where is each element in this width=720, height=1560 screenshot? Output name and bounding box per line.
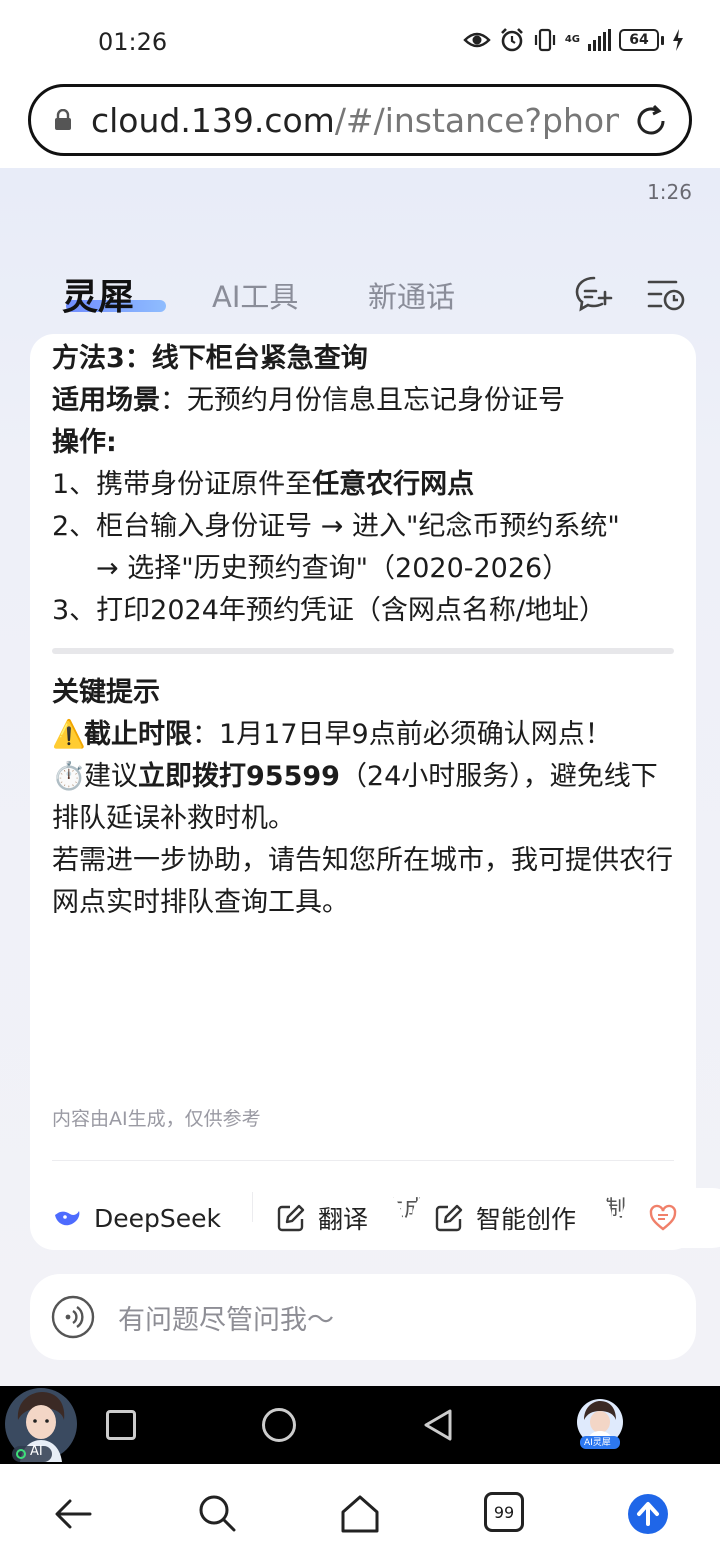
deepseek-icon [55, 1211, 80, 1226]
chip-smart-create-label: 智能创作 [476, 1205, 577, 1234]
chat-input[interactable]: 有问题尽管问我～ [30, 1274, 696, 1360]
ai-lingxi-avatar[interactable]: AI灵犀 [576, 1398, 624, 1450]
ai-disclaimer: 内容由AI生成，仅供参考 [52, 1108, 261, 1130]
chip-smart-create[interactable]: 智能创作 [412, 1188, 612, 1248]
url-host: cloud.139.com [91, 100, 335, 140]
voice-icon[interactable] [50, 1294, 96, 1340]
chat-input-placeholder: 有问题尽管问我～ [118, 1304, 334, 1336]
charging-icon [672, 26, 684, 54]
tip-1-bold: 截止时限 [84, 719, 192, 750]
home-circle-icon[interactable] [262, 1408, 296, 1442]
edit-icon [435, 1204, 463, 1232]
step-2-text-cont: → 选择"历史预约查询"（2020-2026） [96, 553, 570, 584]
method-title: 方法3：线下柜台紧急查询 [52, 343, 368, 374]
network-type: 4G [564, 34, 580, 45]
tab-ai-tools[interactable]: AI工具 [212, 274, 298, 316]
alarm-icon [499, 26, 525, 54]
tip-2-pre: 建议 [84, 761, 138, 792]
battery-level: 64 [619, 29, 659, 51]
url-bar[interactable]: cloud.139.com/#/instance?phone [28, 84, 692, 156]
ai-lingxi-badge: AI灵犀 [584, 1438, 611, 1448]
tips-title: 关键提示 [52, 677, 160, 708]
step-1-bold: 任意农行网点 [312, 469, 475, 500]
reload-icon[interactable] [633, 103, 669, 139]
battery-icon: 64 [619, 29, 664, 51]
chip-more[interactable] [622, 1188, 720, 1248]
chat-app: 1:26 灵犀 AI工具 新通话 方法3：线下柜台紧急查询 适用场景：无预约月份… [0, 168, 720, 1386]
chip-deepseek[interactable]: DeepSeek [30, 1188, 244, 1248]
closing-text: 若需进一步协助，请告知您所在城市，我可提供农行网点实时排队查询工具。 [52, 845, 673, 918]
response-content: 方法3：线下柜台紧急查询 适用场景：无预约月份信息且忘记身份证号 操作: 1、携… [52, 334, 682, 924]
tab-lingxi[interactable]: 灵犀 [62, 268, 134, 320]
chip-translate[interactable]: 翻译 [254, 1188, 402, 1248]
ai-assistant-avatar[interactable]: AI [4, 1386, 78, 1464]
timer-icon: ⏱️ [52, 761, 86, 792]
chip-deepseek-label: DeepSeek [94, 1203, 221, 1233]
tip-1-text: ：1月17日早9点前必须确认网点！ [192, 719, 612, 750]
card-divider [52, 1160, 674, 1161]
history-icon[interactable] [646, 274, 686, 314]
warning-icon: ⚠️ [52, 719, 86, 750]
step-3-text: 3、打印2024年预约凭证（含网点名称/地址） [52, 595, 606, 626]
tabs-count-icon[interactable]: 99 [484, 1492, 524, 1532]
ai-response-card: 方法3：线下柜台紧急查询 适用场景：无预约月份信息且忘记身份证号 操作: 1、携… [30, 334, 696, 1250]
search-icon[interactable] [196, 1492, 240, 1536]
top-tabs: 灵犀 AI工具 新通话 [0, 268, 720, 328]
heart-chat-icon [649, 1204, 677, 1231]
scene-label: 适用场景 [52, 385, 160, 416]
url-path: /#/instance?phone [334, 100, 619, 140]
edit-icon [277, 1204, 305, 1232]
ops-label: 操作: [52, 427, 117, 458]
status-bar: 01:26 4G 64 [0, 0, 720, 80]
app-time: 1:26 [647, 180, 692, 204]
url-text[interactable]: cloud.139.com/#/instance?phone [91, 101, 619, 140]
quick-chips: DeepSeek 翻译 智能创作 [30, 1188, 720, 1248]
lock-icon [53, 109, 73, 131]
step-2-text: 2、柜台输入身份证号 → 进入"纪念币预约系统" [52, 511, 620, 542]
status-time: 01:26 [98, 28, 168, 56]
scene-text: ：无预约月份信息且忘记身份证号 [160, 385, 565, 416]
browser-bottom-nav: 99 [0, 1464, 720, 1560]
vibrate-icon [533, 26, 557, 54]
back-triangle-icon[interactable] [422, 1408, 454, 1446]
chip-translate-label: 翻译 [318, 1205, 369, 1234]
signal-icon [588, 29, 611, 51]
section-divider [52, 648, 674, 654]
eye-icon [463, 26, 491, 54]
back-arrow-icon[interactable] [52, 1492, 96, 1536]
tip-2-bold: 立即拨打95599 [138, 761, 340, 792]
new-chat-icon[interactable] [574, 274, 614, 314]
upload-icon[interactable] [626, 1492, 670, 1536]
tab-new-call[interactable]: 新通话 [368, 274, 455, 316]
home-icon[interactable] [338, 1492, 382, 1536]
recent-apps-icon[interactable] [106, 1410, 136, 1440]
step-1-text: 1、携带身份证原件至 [52, 469, 313, 500]
status-icons: 4G 64 [463, 26, 684, 54]
ai-badge: AI [30, 1444, 43, 1459]
